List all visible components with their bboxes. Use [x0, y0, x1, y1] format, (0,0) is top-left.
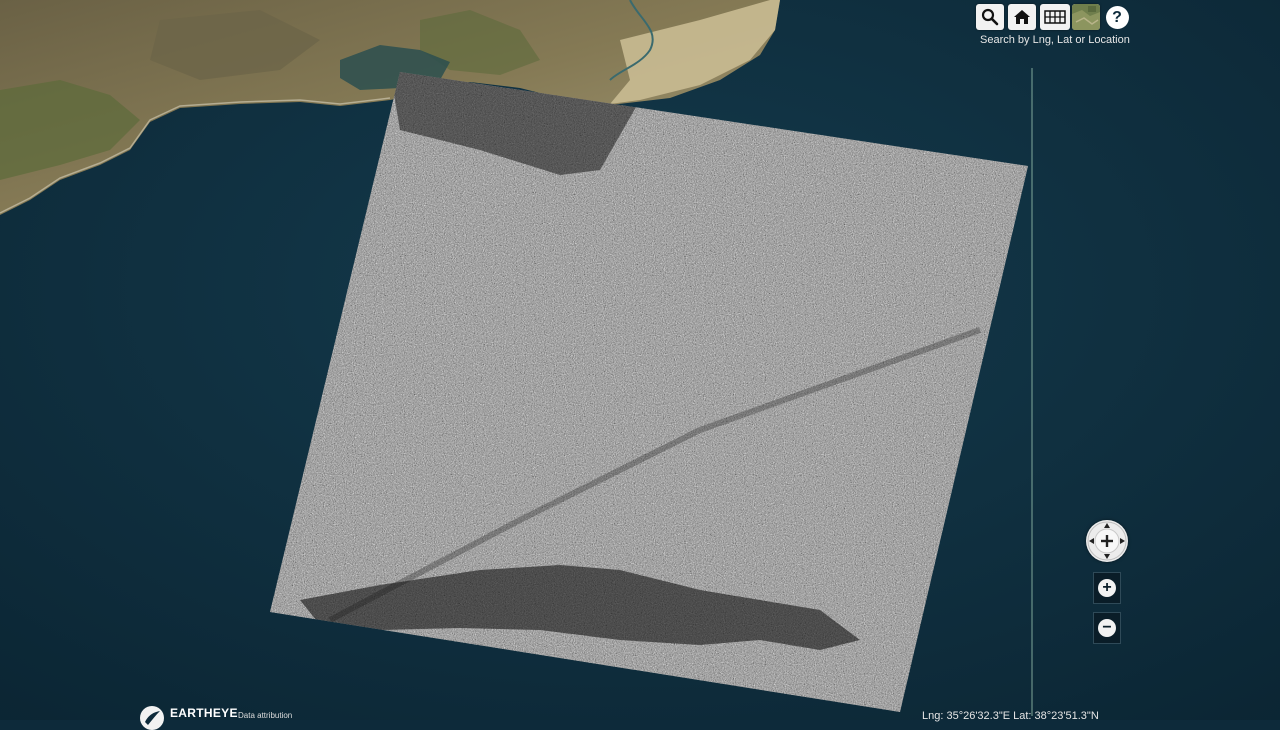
zoom-out-button[interactable]: −	[1093, 612, 1121, 644]
home-button[interactable]	[1008, 4, 1036, 30]
search-button[interactable]	[976, 4, 1004, 30]
pan-compass-icon	[1087, 521, 1127, 561]
logo-mark-icon	[140, 706, 164, 730]
help-button[interactable]: ?	[1103, 4, 1131, 30]
map-toolbar: ?	[976, 4, 1130, 32]
search-icon	[981, 8, 999, 26]
help-icon: ?	[1105, 5, 1129, 29]
map-canvas[interactable]	[0, 0, 1280, 720]
grid-button[interactable]	[1040, 4, 1070, 30]
zoom-in-icon: +	[1098, 579, 1116, 597]
pan-control[interactable]	[1086, 520, 1128, 562]
data-attribution-link[interactable]: Data attribution	[238, 711, 292, 720]
zoom-out-icon: −	[1098, 619, 1116, 637]
search-hint-label: Search by Lng, Lat or Location	[980, 34, 1130, 46]
home-icon	[1014, 10, 1030, 24]
basemap-button[interactable]	[1072, 4, 1100, 30]
coordinate-readout: Lng: 35°26'32.3"E Lat: 38°23'51.3"N	[922, 710, 1099, 722]
zoom-in-button[interactable]: +	[1093, 572, 1121, 604]
basemap-thumbnail-icon	[1072, 4, 1100, 30]
logo-text: EARTHEYE	[170, 706, 238, 720]
grid-icon	[1044, 10, 1066, 24]
